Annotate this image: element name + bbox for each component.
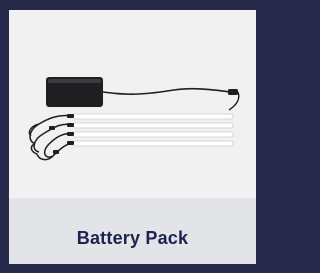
light-bar bbox=[72, 131, 234, 138]
cable-connector bbox=[228, 89, 238, 95]
product-image bbox=[9, 10, 256, 198]
battery-pack-highlight bbox=[48, 79, 101, 83]
power-cable bbox=[102, 87, 232, 95]
light-bar bbox=[72, 113, 234, 120]
light-bar bbox=[72, 122, 234, 129]
led-light-bars bbox=[72, 113, 234, 147]
battery-pack-illustration bbox=[28, 77, 240, 161]
light-bar bbox=[72, 140, 234, 147]
product-card[interactable]: Battery Pack bbox=[9, 10, 256, 264]
product-caption: Battery Pack bbox=[9, 198, 256, 264]
tangled-wires bbox=[28, 114, 74, 161]
product-title[interactable]: Battery Pack bbox=[77, 228, 188, 249]
